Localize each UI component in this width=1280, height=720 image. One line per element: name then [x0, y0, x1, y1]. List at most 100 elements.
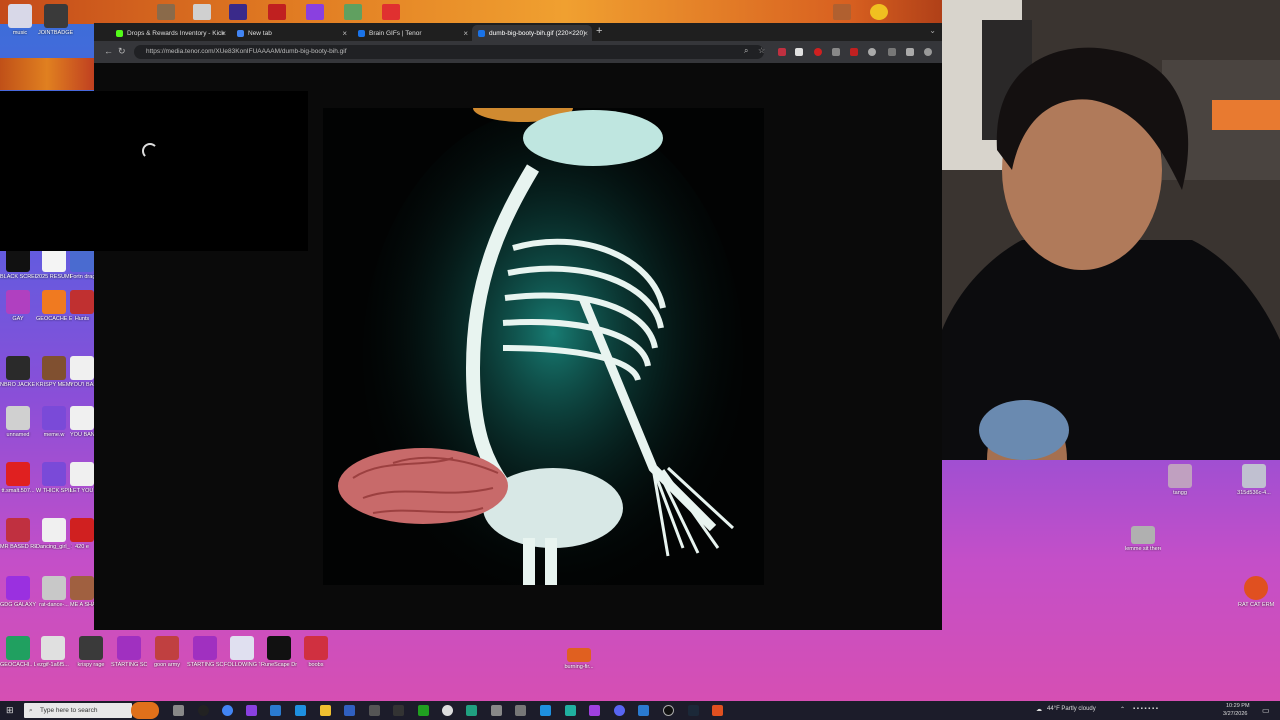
desktop-icon-tangg[interactable]: tangg	[1162, 464, 1198, 496]
gif-image[interactable]	[323, 108, 764, 585]
desktop-icon[interactable]: ME A SHADE	[70, 576, 94, 608]
clock-date[interactable]: 3/27/2026	[1223, 711, 1247, 717]
new-tab-button[interactable]: +	[596, 25, 602, 37]
desktop-icon[interactable]: 2025 RESUME TEMPLATE	[36, 248, 72, 280]
tab-kick[interactable]: Drops & Rewards Inventory - Kick ×	[110, 25, 230, 41]
tab-search-icon[interactable]: ⌄	[929, 26, 936, 35]
desktop-icon[interactable]: RuneScape Dragonwild	[261, 636, 297, 668]
desktop-icon[interactable]: rat-dance-...	[36, 576, 72, 608]
desktop-icon[interactable]	[344, 4, 362, 20]
desktop-icon[interactable]: LET YOU BANE	[70, 462, 94, 494]
desktop-icon[interactable]: BLACK SCREEN	[0, 248, 36, 280]
desktop-icon[interactable]: 420 e	[70, 518, 94, 550]
app-icon[interactable]	[393, 705, 404, 716]
app-icon[interactable]	[565, 705, 576, 716]
desktop-icon[interactable]: YOU'I BANE	[70, 356, 94, 388]
desktop-icon[interactable]: KRISPY MEMORIES	[36, 356, 72, 388]
app-icon[interactable]	[589, 705, 600, 716]
app-icon[interactable]	[418, 705, 429, 716]
app-icon[interactable]	[369, 705, 380, 716]
app-icon[interactable]	[466, 705, 477, 716]
close-icon[interactable]: ×	[463, 29, 468, 38]
app-icon[interactable]	[198, 705, 209, 716]
desktop-icon-315d536c[interactable]: 315d536c-4...	[1236, 464, 1272, 496]
desktop-icon[interactable]: FOLLOWING THE RAINB...	[224, 636, 260, 668]
desktop-icon[interactable]: GAY	[0, 290, 36, 322]
desktop-icon[interactable]: goon army	[149, 636, 185, 668]
desktop-icon[interactable]: STARTING SOON ...	[187, 636, 223, 668]
tab-brain-gifs[interactable]: Brain GIFs | Tenor ×	[352, 25, 472, 41]
desktop-icon[interactable]: krispy rage	[73, 636, 109, 668]
desktop-icon[interactable]	[306, 4, 324, 20]
desktop-icon[interactable]: Fortn dragon	[70, 248, 94, 280]
clock-time[interactable]: 10:29 PM	[1226, 703, 1250, 709]
desktop-icon[interactable]: GEOCACHE EMOTES	[36, 290, 72, 322]
desktop-icon[interactable]	[268, 4, 286, 20]
bookmark-star-icon[interactable]: ☆	[758, 46, 765, 55]
app-icon[interactable]	[491, 705, 502, 716]
emoji-icon[interactable]	[870, 4, 888, 20]
tray-icons[interactable]: ▪ ▪ ▪ ▪ ▪ ▪ ▪	[1133, 706, 1158, 712]
desktop-icon[interactable]: GEOCACHI.. LOGO	[0, 636, 36, 668]
notification-icon[interactable]: ▭	[1262, 706, 1270, 715]
desktop-icon[interactable]	[833, 4, 851, 20]
weather-text[interactable]: 44°F Partly cloudy	[1047, 706, 1096, 712]
profile-icon[interactable]	[924, 48, 932, 56]
steam-icon[interactable]	[688, 705, 699, 716]
desktop-icon-lemme-sit-there[interactable]: lemme sit there	[1125, 526, 1161, 552]
extension-icon[interactable]	[795, 48, 803, 56]
app-icon[interactable]	[344, 705, 355, 716]
desktop-icon[interactable]: boobs	[298, 636, 334, 668]
desktop-icon[interactable]: tt.smalt.507...	[0, 462, 36, 494]
weather-icon[interactable]: ☁	[1036, 706, 1042, 713]
app-icon[interactable]	[295, 705, 306, 716]
obs-icon[interactable]	[663, 705, 674, 716]
app-icon[interactable]	[540, 705, 551, 716]
desktop-icon-music[interactable]: music	[2, 4, 38, 36]
extension-icon[interactable]	[778, 48, 786, 56]
taskbar-search-input[interactable]: ⌕ Type here to search	[24, 703, 132, 718]
desktop-icon[interactable]: STARTING SOON	[111, 636, 147, 668]
brave-icon[interactable]	[712, 705, 723, 716]
desktop-icon[interactable]	[193, 4, 211, 20]
puzzle-icon[interactable]	[906, 48, 914, 56]
extension-icon[interactable]	[814, 48, 822, 56]
desktop-icon[interactable]	[382, 4, 400, 20]
desktop-icon[interactable]: W THICK SPIN FIN...	[36, 462, 72, 494]
close-icon[interactable]: ×	[221, 29, 226, 38]
discord-icon[interactable]	[614, 705, 625, 716]
chrome-icon[interactable]	[222, 705, 233, 716]
zoom-icon[interactable]: ⌕	[744, 46, 748, 56]
desktop-icon[interactable]: YOU BANE	[70, 406, 94, 438]
back-icon[interactable]: ←	[104, 46, 113, 56]
news-widget-icon[interactable]	[131, 702, 159, 719]
desktop-icon[interactable]: GDG GALAXY	[0, 576, 36, 608]
reload-icon[interactable]: ↻	[118, 46, 126, 57]
tray-chevron-icon[interactable]: ⌃	[1120, 706, 1125, 713]
desktop-icon[interactable]	[229, 4, 247, 20]
tab-new-tab[interactable]: New tab ×	[231, 25, 351, 41]
desktop-icon[interactable]: NBRO JACKE ME	[0, 356, 36, 388]
desktop-icon[interactable]: Hunts	[70, 290, 94, 322]
app-icon[interactable]	[270, 705, 281, 716]
extension-icon[interactable]	[832, 48, 840, 56]
extension-icon[interactable]	[868, 48, 876, 56]
extension-icon[interactable]	[888, 48, 896, 56]
close-icon[interactable]: ×	[342, 29, 347, 38]
windows-start-icon[interactable]: ⊞	[6, 705, 14, 716]
desktop-icon[interactable]: unnamed	[0, 406, 36, 438]
desktop-icon-burning-fire[interactable]: burning-fir...	[561, 648, 597, 670]
desktop-icon-jointbadge[interactable]: JOINTBADGE 4-6-3 BUNGI	[38, 4, 74, 36]
desktop-icon[interactable]: meme.w	[36, 406, 72, 438]
desktop-icon[interactable]: ezgif-1a6f5...	[35, 636, 71, 668]
app-icon[interactable]	[442, 705, 453, 716]
app-icon[interactable]	[638, 705, 649, 716]
desktop-icon-rat-cat-erm[interactable]: RAT CAT ERM	[1238, 576, 1274, 608]
file-explorer-icon[interactable]	[320, 705, 331, 716]
tab-gif-active[interactable]: dumb-big-booty-bih.gif (220×220) ×	[472, 25, 592, 41]
desktop-icon[interactable]: Dancing_girl_ 1.0	[36, 518, 72, 550]
desktop-icon[interactable]: MR BASED RED SHORTS	[0, 518, 36, 550]
url-input[interactable]: https://media.tenor.com/XUe83KonIFUAAAAM…	[134, 45, 764, 59]
app-icon[interactable]	[246, 705, 257, 716]
extension-icon[interactable]	[850, 48, 858, 56]
